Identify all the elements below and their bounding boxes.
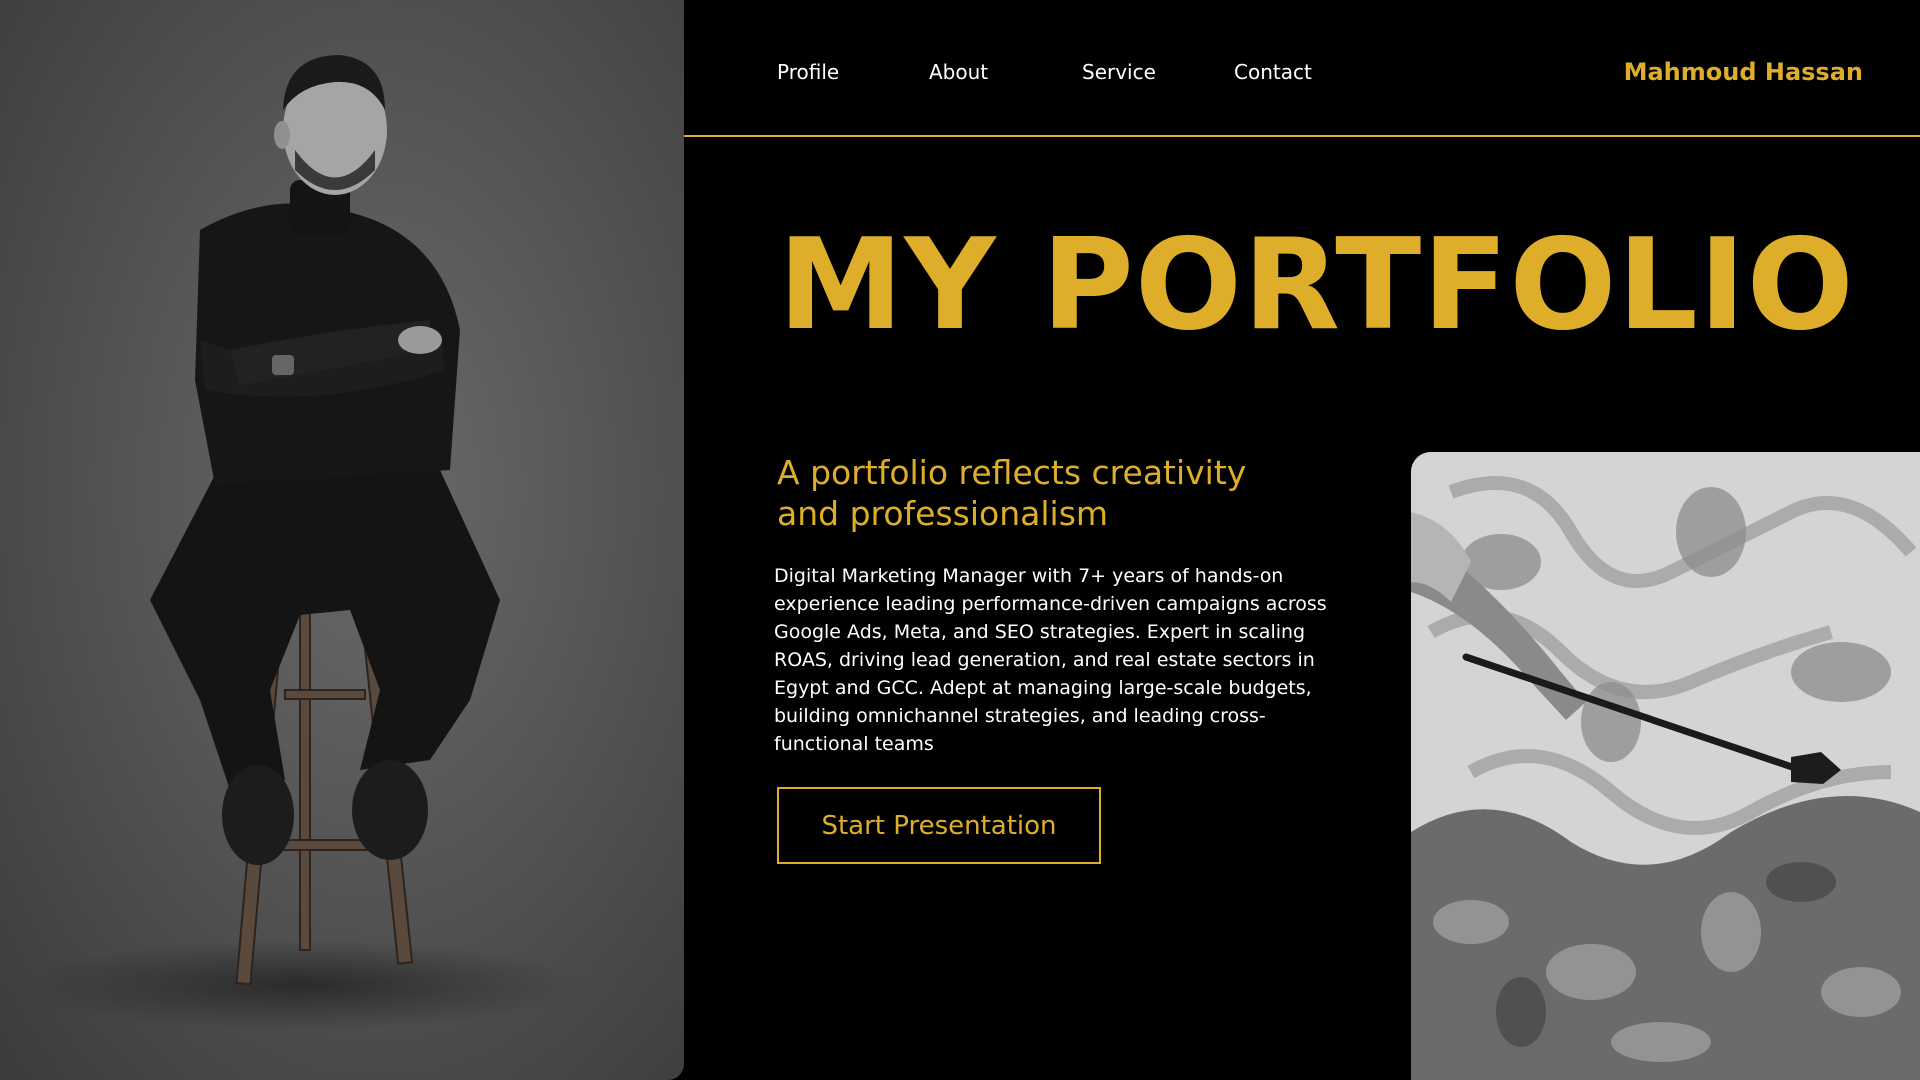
nav-item-service[interactable]: Service — [1082, 60, 1156, 84]
top-nav: Profile About Service Contact Mahmoud Ha… — [684, 0, 1920, 136]
start-presentation-button[interactable]: Start Presentation — [777, 787, 1101, 864]
portrait-photo — [0, 0, 684, 1080]
hero-description: Digital Marketing Manager with 7+ years … — [774, 565, 1327, 755]
painting-illustration — [1411, 452, 1920, 1080]
hero-subtitle-line2: and professionalism — [777, 494, 1109, 533]
nav-divider — [684, 135, 1920, 137]
hero-subtitle: A portfolio reflects creativity and prof… — [777, 452, 1297, 534]
nav-item-contact[interactable]: Contact — [1234, 60, 1312, 84]
artwork-photo — [1411, 452, 1920, 1080]
brand-name[interactable]: Mahmoud Hassan — [1624, 58, 1863, 86]
hero-subtitle-line1: A portfolio reflects creativity — [777, 453, 1247, 492]
nav-item-about[interactable]: About — [929, 60, 988, 84]
page-title: MY PORTFOLIO — [778, 211, 1855, 358]
portfolio-page: Profile About Service Contact Mahmoud Ha… — [0, 0, 1920, 1080]
nav-item-profile[interactable]: Profile — [777, 60, 839, 84]
portrait-illustration — [20, 55, 580, 1030]
